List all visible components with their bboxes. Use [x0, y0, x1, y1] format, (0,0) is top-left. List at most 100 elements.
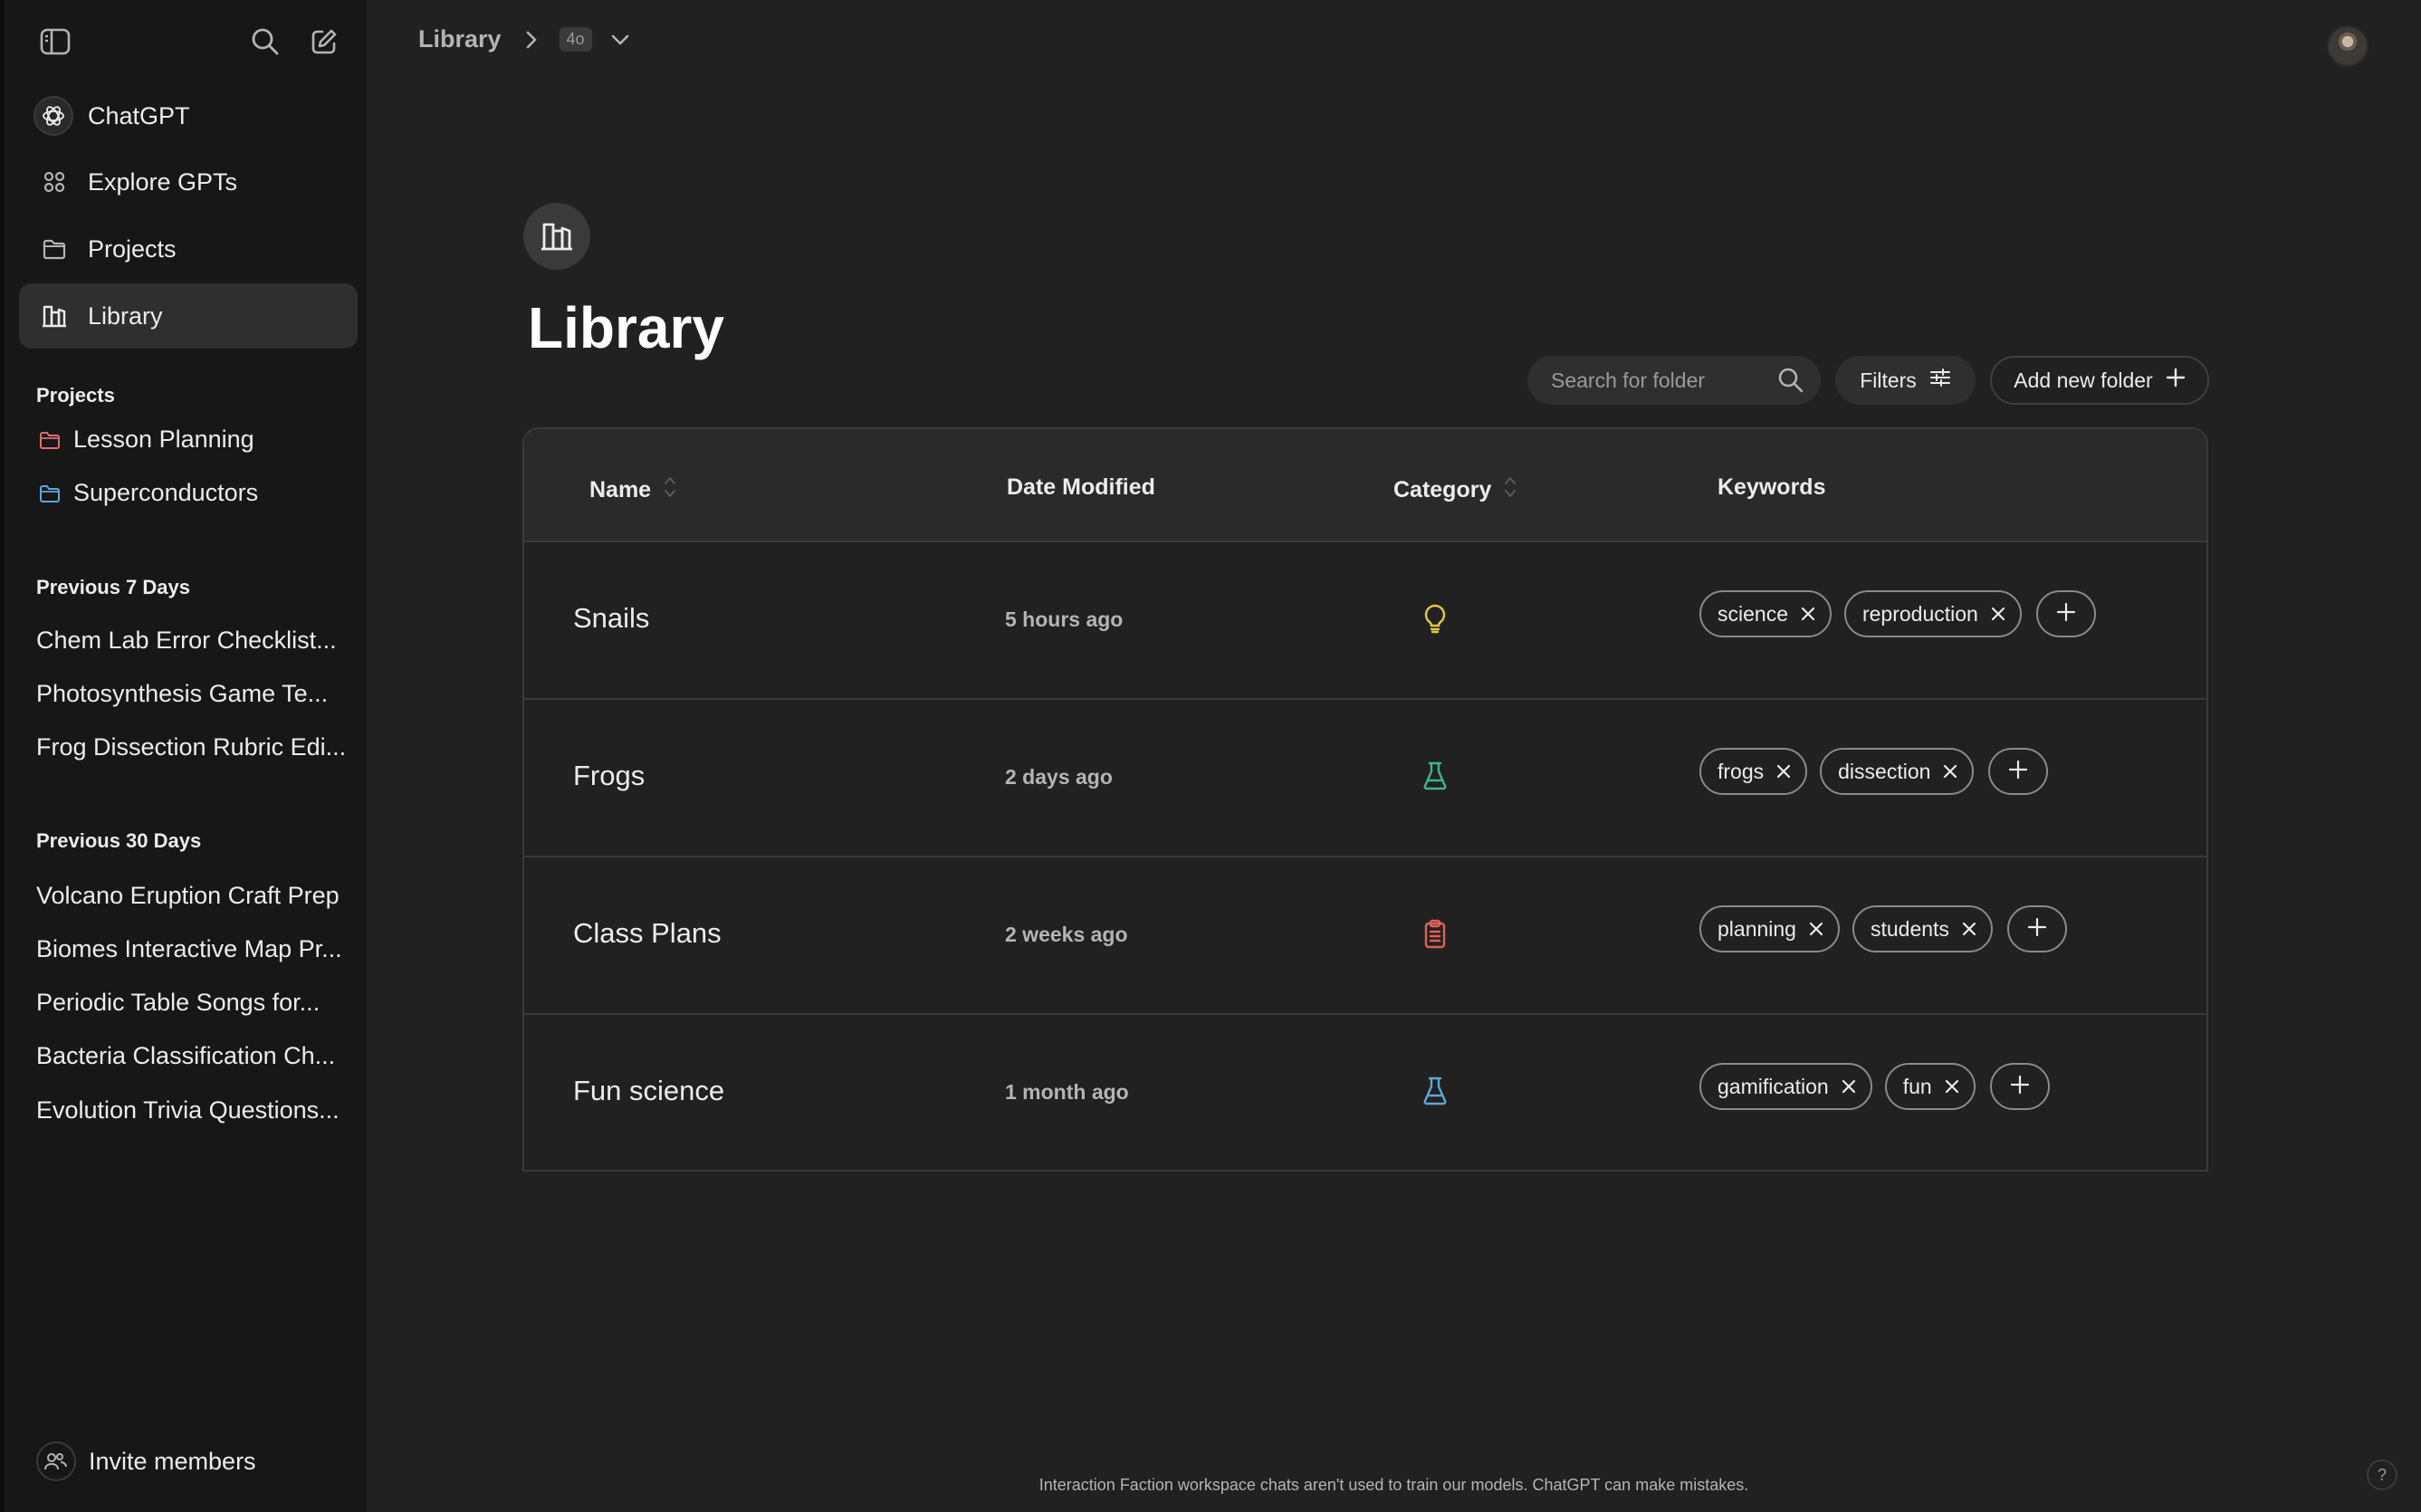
sort-icon[interactable]: [664, 474, 676, 506]
close-icon[interactable]: [1962, 917, 1976, 942]
previous-7-days-heading: Previous 7 Days: [36, 576, 190, 598]
table-row[interactable]: Snails 5 hours ago science reproduction: [524, 542, 2206, 700]
keywords-list: frogs dissection: [1699, 748, 2049, 795]
table-row[interactable]: Fun science 1 month ago gamification fun: [524, 1015, 2206, 1170]
date-modified: 1 month ago: [1005, 1080, 1129, 1104]
avatar[interactable]: [2327, 25, 2368, 67]
close-icon[interactable]: [1809, 917, 1823, 942]
filters-button[interactable]: Filters: [1835, 356, 1976, 405]
library-icon: [39, 301, 70, 331]
sidebar-project-label: Lesson Planning: [73, 426, 254, 453]
keywords-list: science reproduction: [1699, 590, 2096, 637]
column-label: Name: [589, 477, 652, 502]
close-icon[interactable]: [1842, 1075, 1856, 1099]
close-icon[interactable]: [1801, 602, 1815, 627]
add-new-folder-button[interactable]: Add new folder: [1990, 356, 2209, 405]
page-title: Library: [528, 295, 724, 360]
folder-icon: [39, 234, 70, 264]
plus-icon: [2027, 917, 2047, 942]
sort-icon[interactable]: [1504, 474, 1517, 506]
column-header-name[interactable]: Name: [589, 474, 676, 506]
folder-name[interactable]: Fun science: [573, 1075, 724, 1107]
compose-icon[interactable]: [308, 25, 340, 58]
plus-icon: [2010, 1075, 2030, 1099]
clipboard-icon: [1419, 915, 1451, 952]
chat-history-item[interactable]: Volcano Eruption Craft Prep: [36, 882, 353, 910]
library-table: Name Date Modified Category Keywords Sna…: [522, 427, 2208, 1172]
add-keyword-button[interactable]: [2006, 905, 2067, 952]
folder-name[interactable]: Class Plans: [573, 917, 722, 950]
keyword-label: dissection: [1838, 759, 1931, 783]
sliders-icon: [1929, 368, 1951, 393]
keyword-label: students: [1870, 916, 1949, 941]
search-folder-input[interactable]: Search for folder: [1527, 356, 1821, 405]
keyword-chip[interactable]: students: [1852, 905, 1993, 952]
sidebar-project-lesson-planning[interactable]: Lesson Planning: [39, 426, 254, 454]
keyword-chip[interactable]: reproduction: [1843, 590, 2022, 637]
flask-icon: [1419, 758, 1451, 794]
sidebar-toolbar: [5, 0, 367, 83]
close-icon[interactable]: [1945, 1075, 1959, 1099]
chat-history-item[interactable]: Evolution Trivia Questions...: [36, 1096, 353, 1124]
folder-name[interactable]: Snails: [573, 602, 649, 635]
keyword-label: fun: [1902, 1074, 1932, 1098]
chevron-right-icon: [525, 30, 538, 50]
close-icon[interactable]: [1943, 760, 1957, 784]
close-icon[interactable]: [1776, 760, 1791, 784]
model-badge[interactable]: 4o: [559, 27, 592, 52]
search-icon[interactable]: [1777, 367, 1804, 399]
sidebar-item-chatgpt[interactable]: ChatGPT: [19, 83, 358, 148]
disclaimer-text: Interaction Faction workspace chats aren…: [1038, 1476, 1749, 1494]
help-button[interactable]: ?: [2367, 1459, 2397, 1490]
sidebar: ChatGPT Explore GPTs Projects Library Pr…: [0, 0, 367, 1512]
keyword-chip[interactable]: dissection: [1820, 748, 1975, 795]
chat-history-item[interactable]: Biomes Interactive Map Pr...: [36, 935, 353, 963]
keyword-label: reproduction: [1861, 601, 1978, 626]
add-keyword-button[interactable]: [1988, 748, 2049, 795]
date-modified: 2 days ago: [1005, 765, 1113, 789]
chat-history-item[interactable]: Photosynthesis Game Te...: [36, 680, 353, 708]
chat-history-item[interactable]: Periodic Table Songs for...: [36, 989, 353, 1017]
search-icon[interactable]: [249, 25, 282, 58]
add-keyword-button[interactable]: [2035, 590, 2096, 637]
breadcrumb-library[interactable]: Library: [418, 25, 502, 53]
grid-icon: [39, 167, 70, 197]
keywords-list: planning students: [1699, 905, 2067, 952]
column-header-date-modified[interactable]: Date Modified: [1007, 474, 1155, 501]
sidebar-project-superconductors[interactable]: Superconductors: [39, 479, 258, 507]
plus-icon: [2056, 602, 2076, 627]
sidebar-project-label: Superconductors: [73, 479, 259, 506]
keywords-list: gamification fun: [1699, 1063, 2050, 1110]
column-label: Keywords: [1718, 474, 1826, 500]
keyword-chip[interactable]: gamification: [1699, 1063, 1872, 1110]
sidebar-toggle-icon[interactable]: [39, 25, 72, 58]
keyword-label: science: [1718, 601, 1788, 626]
add-keyword-button[interactable]: [1989, 1063, 2050, 1110]
chat-history-item[interactable]: Frog Dissection Rubric Edi...: [36, 733, 353, 761]
table-row[interactable]: Class Plans 2 weeks ago planning student…: [524, 857, 2206, 1015]
previous-30-days-heading: Previous 30 Days: [36, 829, 202, 852]
chat-history-item[interactable]: Bacteria Classification Ch...: [36, 1042, 353, 1070]
keyword-chip[interactable]: fun: [1884, 1063, 1976, 1110]
keyword-chip[interactable]: science: [1699, 590, 1832, 637]
sidebar-item-label: Explore GPTs: [88, 167, 238, 196]
sidebar-item-explore-gpts[interactable]: Explore GPTs: [19, 149, 358, 215]
column-label: Date Modified: [1007, 474, 1155, 500]
sidebar-item-library[interactable]: Library: [19, 283, 358, 349]
table-row[interactable]: Frogs 2 days ago frogs dissection: [524, 700, 2206, 857]
chevron-down-icon[interactable]: [610, 33, 630, 46]
keyword-label: planning: [1718, 916, 1796, 941]
plus-icon: [2008, 760, 2028, 784]
column-header-keywords: Keywords: [1718, 474, 1825, 501]
search-placeholder: Search for folder: [1551, 368, 1706, 392]
invite-members-label: Invite members: [89, 1447, 256, 1475]
close-icon[interactable]: [1991, 602, 2005, 627]
folder-name[interactable]: Frogs: [573, 760, 645, 792]
sidebar-item-projects[interactable]: Projects: [19, 216, 358, 282]
column-header-category[interactable]: Category: [1393, 474, 1517, 506]
keyword-chip[interactable]: planning: [1699, 905, 1840, 952]
chat-history-item[interactable]: Chem Lab Error Checklist...: [36, 627, 353, 655]
keyword-chip[interactable]: frogs: [1699, 748, 1808, 795]
column-label: Category: [1393, 477, 1492, 502]
folder-icon: [39, 482, 62, 505]
